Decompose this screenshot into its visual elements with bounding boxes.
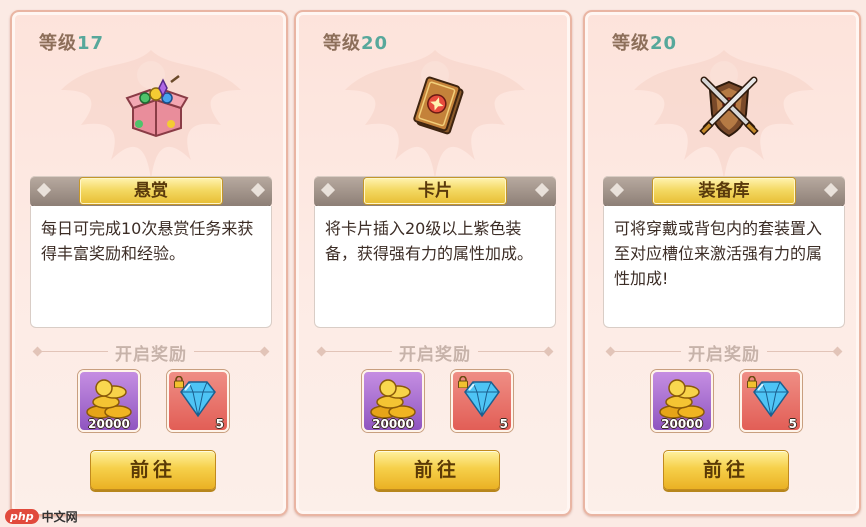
level-requirement: 等级17	[39, 29, 104, 55]
card-title-bar: 悬赏	[30, 176, 272, 206]
watermark-badge: php	[5, 508, 39, 524]
level-label: 等级	[612, 33, 650, 54]
level-label: 等级	[323, 33, 361, 54]
go-button[interactable]: 前往	[90, 450, 216, 490]
ornament-diamond	[320, 182, 336, 198]
ornament-diamond	[250, 182, 266, 198]
reward-count: 20000	[661, 417, 703, 431]
rewards-divider: 开启奖励	[314, 342, 556, 365]
rewards-divider: 开启奖励	[30, 342, 272, 365]
ornament-diamond	[534, 182, 550, 198]
level-value: 20	[361, 33, 389, 54]
reward-diamond[interactable]: 5	[451, 370, 513, 432]
card-title: 装备库	[653, 178, 795, 204]
go-button[interactable]: 前往	[663, 450, 789, 490]
lock-icon	[458, 376, 468, 388]
feature-card-card: 等级20 卡片 将卡片插入20级以上紫色装备，获得强有力的属性加成。 开启奖励 …	[294, 10, 572, 516]
card-description: 每日可完成10次悬赏任务来获得丰富奖励和经验。	[30, 206, 272, 328]
reward-gold[interactable]: 20000	[362, 370, 424, 432]
card-title: 悬赏	[80, 178, 222, 204]
level-label: 等级	[39, 33, 77, 54]
level-value: 17	[77, 33, 105, 54]
watermark-text: 中文网	[41, 509, 78, 524]
ornament-diamond	[823, 182, 839, 198]
reward-count: 5	[215, 417, 224, 431]
card-title-bar: 装备库	[603, 176, 845, 206]
reward-diamond[interactable]: 5	[740, 370, 802, 432]
card-icon	[413, 76, 464, 135]
site-watermark: php 中文网	[5, 507, 78, 525]
level-requirement: 等级20	[323, 29, 388, 55]
card-title: 卡片	[364, 178, 506, 204]
ornament-diamond	[36, 182, 52, 198]
card-description: 可将穿戴或背包内的套装置入至对应槽位来激活强有力的属性加成!	[603, 206, 845, 328]
reward-diamond[interactable]: 5	[167, 370, 229, 432]
bounty-chest-icon	[125, 75, 189, 138]
reward-count: 20000	[88, 417, 130, 431]
rewards-heading: 开启奖励	[115, 345, 187, 365]
ornament-diamond	[609, 182, 625, 198]
gold-coins-icon	[370, 379, 416, 419]
gold-coins-icon	[86, 379, 132, 419]
rewards-heading: 开启奖励	[688, 345, 760, 365]
lock-icon	[174, 376, 184, 388]
card-description: 将卡片插入20级以上紫色装备，获得强有力的属性加成。	[314, 206, 556, 328]
reward-gold[interactable]: 20000	[651, 370, 713, 432]
armory-shield-swords-icon	[699, 76, 759, 138]
reward-count: 5	[499, 417, 508, 431]
lock-icon	[747, 376, 757, 388]
card-title-bar: 卡片	[314, 176, 556, 206]
feature-card-armory: 等级20 装备库 可将穿戴或背包内的套装置入至对应槽位来激活强有力的属性加成! …	[583, 10, 861, 516]
rewards-divider: 开启奖励	[603, 342, 845, 365]
reward-count: 20000	[372, 417, 414, 431]
reward-gold[interactable]: 20000	[78, 370, 140, 432]
reward-count: 5	[788, 417, 797, 431]
go-button[interactable]: 前往	[374, 450, 500, 490]
rewards-heading: 开启奖励	[399, 345, 471, 365]
feature-card-bounty: 等级17 悬赏 每日可完成10次悬赏任务来获得丰富奖励和经验。 开启奖励 200…	[10, 10, 288, 516]
level-value: 20	[650, 33, 678, 54]
gold-coins-icon	[659, 379, 705, 419]
level-requirement: 等级20	[612, 29, 677, 55]
